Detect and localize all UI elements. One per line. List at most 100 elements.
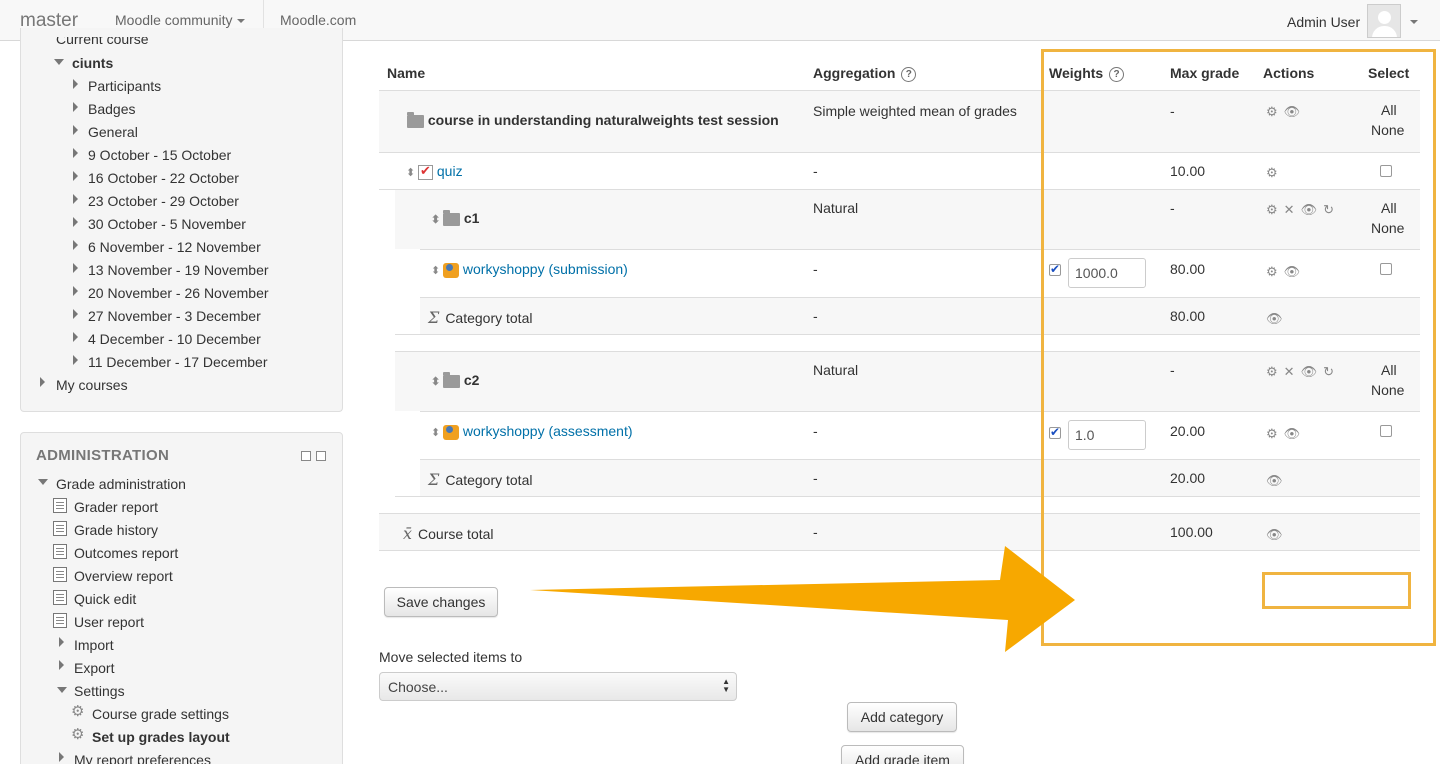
collapsed-arrow-icon[interactable] [59, 637, 64, 647]
move-icon[interactable]: ⬍ [431, 375, 443, 388]
report-link[interactable]: Outcomes report [74, 545, 178, 561]
moodle-com-link[interactable]: Moodle.com [280, 12, 356, 28]
work-sub-link[interactable]: workyshoppy (submission) [463, 261, 628, 277]
report-link[interactable]: Overview report [74, 568, 173, 584]
export-node[interactable]: Export [74, 660, 114, 676]
header-aggregation: Aggregation ? [813, 65, 917, 82]
collapsed-arrow-icon[interactable] [73, 286, 78, 296]
mean-icon: x̄ [403, 524, 413, 543]
report-link[interactable]: Quick edit [74, 591, 136, 607]
dock-icon[interactable] [301, 451, 311, 461]
category-total-1: Σ Category total [428, 308, 532, 327]
report-icon [53, 544, 67, 559]
sidebar-item[interactable]: Badges [88, 101, 135, 117]
collapsed-arrow-icon[interactable] [73, 125, 78, 135]
header-name: Name [387, 65, 426, 81]
expanded-arrow-icon[interactable] [38, 479, 48, 485]
avatar[interactable] [1367, 4, 1401, 38]
folder-icon [407, 111, 424, 128]
expanded-arrow-icon[interactable] [54, 59, 64, 65]
course-aggregation: Simple weighted mean of grades [813, 103, 1017, 119]
header-aggregation-label: Aggregation [813, 65, 896, 81]
course-category-name: course in understanding naturalweights t… [407, 111, 779, 128]
import-node[interactable]: Import [74, 637, 114, 653]
move-icon[interactable]: ⬍ [431, 213, 443, 226]
sidebar-item[interactable]: 4 December - 10 December [88, 331, 261, 347]
sidebar-item[interactable]: 13 November - 19 November [88, 262, 269, 278]
collapsed-arrow-icon[interactable] [73, 217, 78, 227]
my-courses-node[interactable]: My courses [56, 377, 128, 393]
grade-admin-node[interactable]: Grade administration [56, 476, 186, 492]
sidebar-item[interactable]: 23 October - 29 October [88, 193, 239, 209]
collapsed-arrow-icon[interactable] [73, 263, 78, 273]
settings-node[interactable]: Settings [74, 683, 125, 699]
empty-highlight-box [1262, 572, 1411, 609]
sidebar-item[interactable]: General [88, 124, 138, 140]
report-link[interactable]: User report [74, 614, 144, 630]
collapsed-arrow-icon[interactable] [40, 377, 45, 387]
collapsed-arrow-icon[interactable] [73, 79, 78, 89]
folder-icon [443, 371, 460, 388]
collapsed-arrow-icon[interactable] [73, 194, 78, 204]
setup-grades-layout-link[interactable]: Set up grades layout [92, 729, 230, 745]
collapsed-arrow-icon[interactable] [73, 332, 78, 342]
move-icon[interactable]: ⬍ [431, 426, 443, 439]
save-changes-button[interactable]: Save changes [384, 587, 498, 617]
report-link[interactable]: Grade history [74, 522, 158, 538]
select-arrows-icon: ▲ ▼ [722, 677, 730, 694]
user-name[interactable]: Admin User [1287, 14, 1360, 30]
sidebar-item[interactable]: 6 November - 12 November [88, 239, 261, 255]
report-link[interactable]: Grader report [74, 499, 158, 515]
workshop-icon [443, 424, 459, 440]
sidebar-item[interactable]: 11 December - 17 December [88, 354, 267, 370]
collapsed-arrow-icon[interactable] [73, 148, 78, 158]
report-icon [53, 613, 67, 628]
workshop-icon [443, 262, 459, 278]
quiz-link[interactable]: quiz [437, 163, 463, 179]
help-icon[interactable]: ? [901, 66, 917, 82]
course-category-label: course in understanding naturalweights t… [427, 112, 779, 128]
course-total: x̄ Course total [403, 524, 494, 543]
annotation-arrow-icon [530, 546, 1075, 652]
cat-total-1-aggregation: - [813, 308, 818, 324]
sidebar-item[interactable]: 9 October - 15 October [88, 147, 231, 163]
user-menu-chevron-icon[interactable] [1410, 20, 1418, 24]
sidebar-item[interactable]: 20 November - 26 November [88, 285, 269, 301]
sidebar-item[interactable]: 16 October - 22 October [88, 170, 239, 186]
move-icon[interactable]: ⬍ [431, 264, 443, 277]
sidebar-item[interactable]: 30 October - 5 November [88, 216, 246, 232]
administration-title: ADMINISTRATION [36, 447, 170, 464]
gear-icon: ⚙ [71, 726, 85, 743]
work-ass-item: ⬍ workyshoppy (assessment) [431, 423, 633, 440]
course-node[interactable]: ciunts [72, 55, 113, 71]
expanded-arrow-icon[interactable] [57, 687, 67, 693]
move-selected-label: Move selected items to [379, 649, 523, 665]
c2-label: c2 [463, 372, 480, 388]
sidebar-item[interactable]: Participants [88, 78, 161, 94]
move-icon[interactable]: ⬍ [406, 166, 418, 179]
collapsed-arrow-icon[interactable] [73, 240, 78, 250]
course-grade-settings-link[interactable]: Course grade settings [92, 706, 229, 722]
c2-aggregation: Natural [813, 362, 859, 378]
sidebar-item[interactable]: 27 November - 3 December [88, 308, 261, 324]
c1-category: ⬍ c1 [431, 209, 479, 226]
add-grade-item-button[interactable]: Add grade item [841, 745, 964, 764]
c1-aggregation: Natural [813, 200, 859, 216]
quiz-aggregation: - [813, 163, 818, 179]
work-ass-aggregation: - [813, 423, 818, 439]
collapsed-arrow-icon[interactable] [73, 309, 78, 319]
work-ass-link[interactable]: workyshoppy (assessment) [463, 423, 633, 439]
collapsed-arrow-icon[interactable] [59, 752, 64, 762]
report-prefs-node[interactable]: My report preferences [74, 752, 211, 764]
report-icon [53, 590, 67, 605]
collapse-icon[interactable] [316, 451, 326, 461]
community-menu[interactable]: Moodle community [115, 12, 245, 28]
collapsed-arrow-icon[interactable] [73, 355, 78, 365]
collapsed-arrow-icon[interactable] [59, 660, 64, 670]
add-category-button[interactable]: Add category [847, 702, 957, 732]
course-total-aggregation: - [813, 524, 818, 540]
collapsed-arrow-icon[interactable] [73, 171, 78, 181]
collapsed-arrow-icon[interactable] [73, 102, 78, 112]
move-to-select[interactable]: Choose... ▲ ▼ [379, 672, 737, 701]
weights-highlight-box [1041, 49, 1436, 646]
